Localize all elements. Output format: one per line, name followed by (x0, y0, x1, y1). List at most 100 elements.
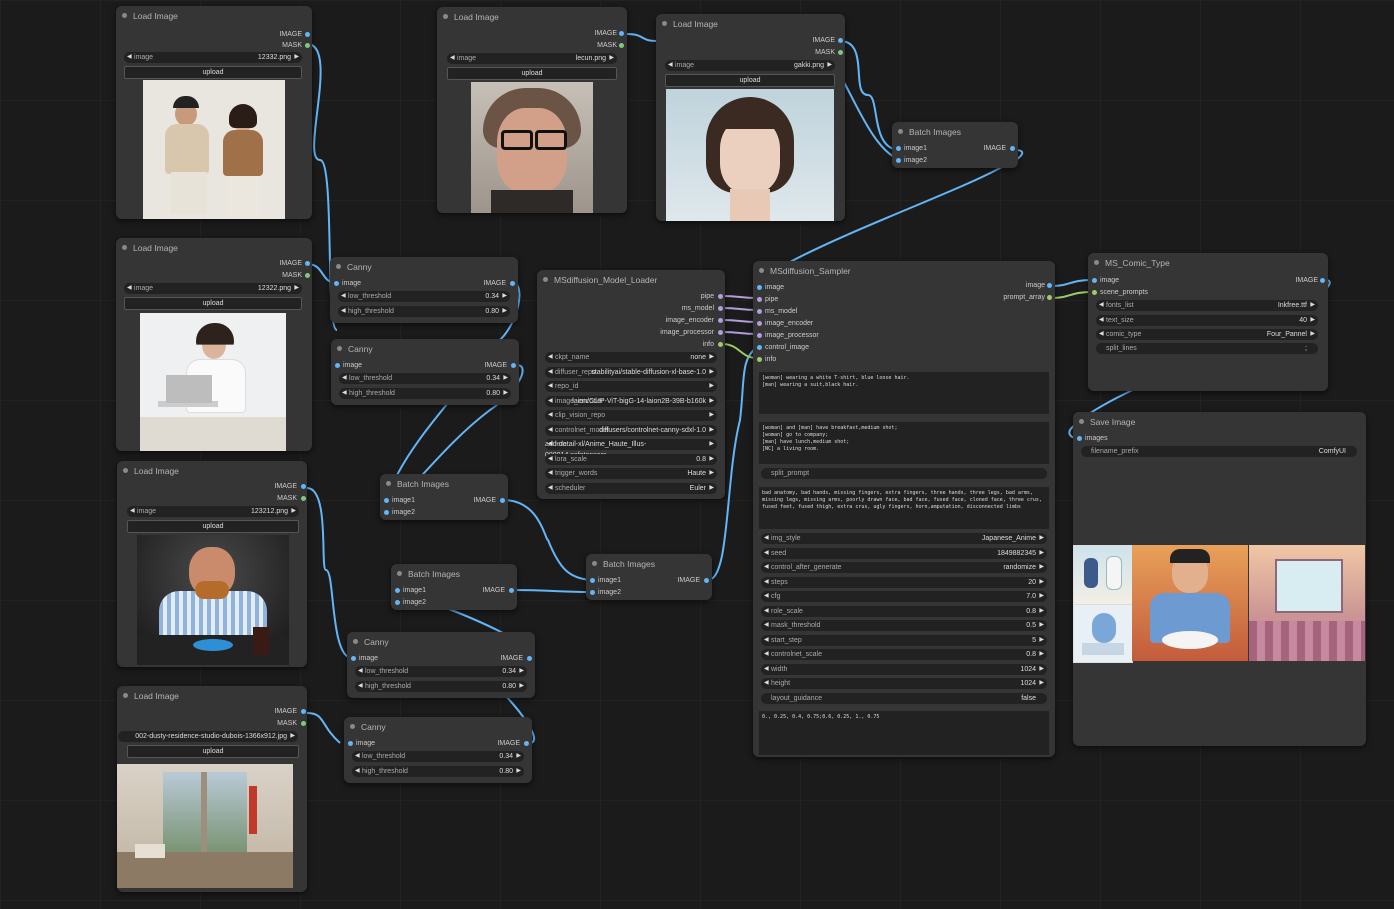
sampler-widget-img-style[interactable]: ◀ img_style Japanese_Anime ▶ (761, 533, 1047, 544)
input-socket[interactable] (384, 498, 389, 503)
image-combo[interactable]: ◀ image gakki.png ▶ (665, 60, 835, 71)
output-socket[interactable] (1047, 283, 1052, 288)
arrow-right-icon[interactable]: ▶ (1310, 329, 1315, 340)
sampler-widget-height[interactable]: ◀ height 1024 ▶ (761, 678, 1047, 689)
sampler-widget-role-scale[interactable]: ◀ role_scale 0.8 ▶ (761, 605, 1047, 617)
input-socket[interactable] (590, 578, 595, 583)
sampler-widget-cfg[interactable]: ◀ cfg 7.0 ▶ (761, 591, 1047, 602)
arrow-right-icon[interactable]: ▶ (1039, 562, 1044, 573)
image-combo[interactable]: ◀ image lecun.png ▶ (447, 53, 617, 64)
high-threshold-widget[interactable]: ◀ high_threshold 0.80 ▶ (352, 766, 524, 777)
arrow-right-icon[interactable]: ▶ (502, 291, 507, 302)
arrow-right-icon[interactable]: ▶ (1039, 664, 1044, 675)
load-image-node-4[interactable]: Load Image IMAGE MASK ◀ image 12322.png ▶ u… (116, 238, 312, 451)
filename-prefix-field[interactable]: filename_prefix ComfyUI (1081, 446, 1357, 457)
arrow-right-icon[interactable]: ▶ (709, 425, 714, 436)
arrow-right-icon[interactable]: ▶ (1039, 678, 1044, 689)
arrow-right-icon[interactable]: ▶ (609, 53, 614, 64)
comic-widget-comic-type[interactable]: ◀ comic_type Four_Pannel ▶ (1096, 329, 1318, 340)
upload-button[interactable]: upload (127, 520, 299, 533)
loader-widget-controlnet-model[interactable]: ◀ controlnet_model diffusers/controlnet-ca… (545, 424, 717, 436)
collapse-dot-icon[interactable] (759, 268, 764, 273)
loader-widget-trigger-words[interactable]: ◀ trigger_words Haute ▶ (545, 468, 717, 479)
canny-node-3[interactable]: Canny image IMAGE ◀ low_threshold 0.34 ▶ ◀ high_… (347, 632, 535, 698)
arrow-left-icon[interactable]: ◀ (764, 548, 769, 559)
arrow-left-icon[interactable]: ◀ (764, 591, 769, 602)
collapse-dot-icon[interactable] (350, 724, 355, 729)
arrow-right-icon[interactable]: ▶ (1039, 635, 1044, 646)
arrow-left-icon[interactable]: ◀ (548, 381, 553, 392)
output-socket[interactable] (718, 342, 723, 347)
arrow-left-icon[interactable]: ◀ (668, 60, 673, 71)
arrow-left-icon[interactable]: ◀ (355, 766, 360, 777)
input-socket[interactable] (348, 741, 353, 746)
output-socket[interactable] (301, 496, 306, 501)
collapse-dot-icon[interactable] (1094, 260, 1099, 265)
arrow-left-icon[interactable]: ◀ (548, 410, 553, 421)
split-prompt-field[interactable]: split_prompt (761, 468, 1047, 479)
arrow-right-icon[interactable]: ▶ (519, 666, 524, 677)
collapse-dot-icon[interactable] (123, 468, 128, 473)
arrow-left-icon[interactable]: ◀ (548, 483, 553, 494)
arrow-right-icon[interactable]: ▶ (1039, 591, 1044, 602)
collapse-dot-icon[interactable] (898, 129, 903, 134)
loader-widget-repo-id[interactable]: ◀ repo_id ▶ (545, 381, 717, 392)
image-combo[interactable]: 002-dusty-residence-studio-dubois-1366x9… (118, 731, 298, 742)
arrow-right-icon[interactable]: ▶ (709, 367, 714, 378)
arrow-right-icon[interactable]: ▶ (1039, 606, 1044, 617)
canny-node-1[interactable]: Canny image IMAGE ◀ low_threshold 0.34 ▶ ◀ high_… (330, 257, 518, 323)
output-socket[interactable] (718, 294, 723, 299)
output-socket[interactable] (305, 273, 310, 278)
load-image-node-3[interactable]: Load Image IMAGE MASK ◀ image gakki.png ▶ u… (656, 14, 845, 221)
save-image-node[interactable]: Save Image images filename_prefix ComfyUI (1073, 412, 1366, 746)
loader-widget-diffuser-repo[interactable]: ◀ diffuser_repo stabilityai/stable-diffusi… (545, 366, 717, 378)
input-socket[interactable] (757, 309, 762, 314)
output-socket[interactable] (305, 32, 310, 37)
sampler-widget-width[interactable]: ◀ width 1024 ▶ (761, 663, 1047, 675)
load-image-node-5[interactable]: Load Image IMAGE MASK ◀ image 123212.png ▶ … (117, 461, 307, 667)
upload-button[interactable]: upload (127, 745, 299, 758)
sampler-widget-steps[interactable]: ◀ steps 20 ▶ (761, 576, 1047, 588)
collapse-dot-icon[interactable] (336, 264, 341, 269)
loader-widget-ckpt-name[interactable]: ◀ ckpt_name none ▶ (545, 352, 717, 363)
layout-guidance-toggle[interactable]: layout_guidance false (761, 693, 1047, 704)
arrow-left-icon[interactable]: ◀ (764, 678, 769, 689)
comic-widget-fonts-list[interactable]: ◀ fonts_list Inkfree.ttf ▶ (1096, 300, 1318, 311)
arrow-left-icon[interactable]: ◀ (764, 664, 769, 675)
arrow-left-icon[interactable]: ◀ (1099, 315, 1104, 326)
comic-widget-text-size[interactable]: ◀ text_size 40 ▶ (1096, 314, 1318, 326)
collapse-dot-icon[interactable] (1079, 419, 1084, 424)
collapse-dot-icon[interactable] (443, 14, 448, 19)
arrow-right-icon[interactable]: ▶ (516, 766, 521, 777)
arrow-left-icon[interactable]: ◀ (341, 306, 346, 317)
upload-button[interactable]: upload (665, 74, 835, 87)
sampler-widget-controlnet-scale[interactable]: ◀ controlnet_scale 0.8 ▶ (761, 649, 1047, 660)
character-prompt-textarea[interactable]: [woman] wearing a white T-shirt, blue lo… (759, 372, 1049, 414)
output-socket[interactable] (718, 318, 723, 323)
output-socket[interactable] (305, 43, 310, 48)
output-socket[interactable] (301, 484, 306, 489)
arrow-right-icon[interactable]: ▶ (709, 454, 714, 465)
load-image-node-6[interactable]: Load Image IMAGE MASK 002-dusty-residenc… (117, 686, 307, 892)
output-socket[interactable] (838, 38, 843, 43)
load-image-node-1[interactable]: Load Image IMAGE MASK ◀ image 12332.png ▶ u… (116, 6, 312, 219)
collapse-dot-icon[interactable] (662, 21, 667, 26)
input-socket[interactable] (757, 285, 762, 290)
collapse-dot-icon[interactable] (353, 639, 358, 644)
arrow-left-icon[interactable]: ◀ (127, 283, 132, 294)
output-socket[interactable] (524, 741, 529, 746)
loader-widget-lora-scale[interactable]: ◀ lora_scale 0.8 ▶ (545, 453, 717, 465)
collapse-dot-icon[interactable] (592, 561, 597, 566)
output-socket[interactable] (619, 31, 624, 36)
arrow-right-icon[interactable]: ▶ (709, 352, 714, 363)
input-socket[interactable] (1077, 436, 1082, 441)
arrow-right-icon[interactable]: ▶ (294, 283, 299, 294)
sampler-widget-start-step[interactable]: ◀ start_step 5 ▶ (761, 634, 1047, 646)
output-socket[interactable] (510, 281, 515, 286)
arrow-right-icon[interactable]: ▶ (1039, 620, 1044, 631)
input-socket[interactable] (395, 600, 400, 605)
batch-images-node-1[interactable]: Batch Images image1 image2 IMAGE (380, 474, 508, 520)
batch-images-node-4[interactable]: Batch Images image1 image2 IMAGE (892, 122, 1018, 168)
arrow-left-icon[interactable]: ◀ (764, 606, 769, 617)
input-socket[interactable] (757, 321, 762, 326)
